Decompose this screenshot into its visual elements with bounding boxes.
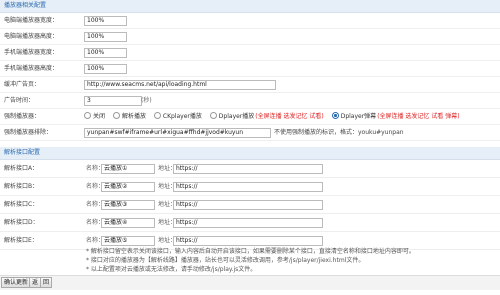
- ad-page-label: 缓冲广告页：: [4, 81, 41, 88]
- pc-width-input[interactable]: 100%: [84, 16, 127, 26]
- interface-e-label: 解析接口E：: [4, 237, 38, 244]
- mobile-height-row: 手机端播放器高度： 100%: [0, 61, 500, 77]
- mobile-width-label: 手机端播放器宽度：: [4, 49, 59, 56]
- interface-c-name-input[interactable]: 云播放③: [101, 200, 155, 210]
- interface-c-label: 解析接口C：: [4, 201, 39, 208]
- player-section-header: 播放器相关配置: [0, 0, 500, 13]
- force-exclude-hint: 不使用强制播放的标识，格式：youku#yunpan: [274, 129, 404, 136]
- force-exclude-input[interactable]: yunpan#swf#iframe#url#xigua#ffhd#jjvod#k…: [84, 128, 271, 138]
- interface-c-row: 解析接口C： 名称： 云播放③ 地址： https://: [0, 196, 500, 214]
- interface-b-label: 解析接口B：: [4, 183, 39, 190]
- ad-time-row: 广告时间： 3 (秒): [0, 93, 500, 109]
- mobile-width-input[interactable]: 100%: [84, 48, 127, 58]
- mobile-height-input[interactable]: 100%: [84, 64, 127, 74]
- pc-height-input[interactable]: 100%: [84, 32, 127, 42]
- note-line: * 解析接口留空表示关闭该接口，输入内容后自动开启该接口，如果需要删除某个接口，…: [86, 248, 415, 255]
- radio-parse[interactable]: 解析播放: [112, 109, 146, 124]
- interface-a-label: 解析接口A：: [4, 165, 39, 172]
- ad-page-input[interactable]: http://www.seacms.net/api/loading.html: [84, 80, 276, 90]
- radio-dplayer-danmu[interactable]: Dplayer弹幕: [331, 109, 377, 124]
- interface-d-row: 解析接口D： 名称： 云播放④ 地址： https://: [0, 214, 500, 232]
- radio-off-label: 关闭: [93, 113, 106, 120]
- dplayer-note: (全屏连播 选发记忆 试看): [255, 113, 324, 120]
- interface-e-addr-input[interactable]: https://: [173, 236, 323, 246]
- radio-off-circle-icon: [84, 112, 91, 119]
- interface-d-label: 解析接口D：: [4, 219, 39, 226]
- note-line: * 以上配置项对云播放或无法修改，请手动修改/js/play.js文件。: [86, 266, 257, 273]
- radio-ckplayer-circle-icon: [153, 112, 161, 119]
- radio-dplayer-danmu-label: Dplayer弹幕: [340, 113, 377, 120]
- radio-parse-label: 解析播放: [121, 113, 146, 120]
- radio-parse-circle-icon: [112, 112, 120, 119]
- force-player-row: 强制播放器： 关闭 解析播放 CKplayer播放 Dplayer播放(全屏连播…: [0, 109, 500, 125]
- mobile-height-label: 手机端播放器高度：: [4, 65, 59, 72]
- radio-dplayer[interactable]: Dplayer播放: [209, 109, 255, 124]
- pc-width-row: 电脑端播放器宽度： 100%: [0, 13, 500, 29]
- force-exclude-label: 强制播放器排除：: [4, 129, 53, 136]
- interface-e-name-input[interactable]: 云播放⑤: [101, 236, 155, 246]
- pc-width-label: 电脑端播放器宽度：: [4, 17, 59, 24]
- pc-height-label: 电脑端播放器高度：: [4, 33, 59, 40]
- player-section-title: 播放器相关配置: [4, 2, 47, 9]
- interface-a-row: 解析接口A： 名称： 云播放① 地址： https://: [0, 160, 500, 178]
- radio-dplayer-label: Dplayer播放: [218, 113, 255, 120]
- interface-b-addr-input[interactable]: https://: [173, 182, 323, 192]
- interface-c-addr-input[interactable]: https://: [173, 200, 323, 210]
- interface-a-name-input[interactable]: 云播放①: [101, 164, 155, 174]
- radio-ckplayer[interactable]: CKplayer播放: [153, 109, 202, 124]
- ad-page-row: 缓冲广告页： http://www.seacms.net/api/loading…: [0, 77, 500, 93]
- force-player-radio-group: 关闭 解析播放 CKplayer播放 Dplayer播放(全屏连播 选发记忆 试…: [84, 109, 460, 124]
- interface-d-name-input[interactable]: 云播放④: [101, 218, 155, 228]
- note-line: * 接口对应的播放器为【解析线路】播放器，站长也可以灵活修改调用，参考/js/p…: [86, 257, 365, 264]
- radio-dplayer-danmu-circle-icon: [331, 112, 339, 119]
- ad-time-unit: (秒): [141, 97, 152, 104]
- confirm-update-button[interactable]: 确认更新: [1, 277, 32, 288]
- reset-button[interactable]: 回: [40, 277, 53, 288]
- footer-bar: [0, 275, 500, 290]
- interface-d-addr-input[interactable]: https://: [173, 218, 323, 228]
- interface-b-name-input[interactable]: 云播放②: [101, 182, 155, 192]
- pc-height-row: 电脑端播放器高度： 100%: [0, 29, 500, 45]
- ad-time-label: 广告时间：: [4, 97, 35, 104]
- interface-a-addr-input[interactable]: https://: [173, 164, 323, 174]
- radio-off[interactable]: 关闭: [84, 109, 105, 124]
- parse-section-title: 解析接口配置: [4, 149, 41, 156]
- mobile-width-row: 手机端播放器宽度： 100%: [0, 45, 500, 61]
- parse-section-header: 解析接口配置: [0, 147, 500, 160]
- force-player-label: 强制播放器：: [4, 113, 41, 120]
- danmu-note: (全屏连播 选发记忆 试看 弹幕): [377, 113, 460, 120]
- radio-dplayer-circle-icon: [209, 112, 217, 119]
- force-exclude-row: 强制播放器排除： yunpan#swf#iframe#url#xigua#ffh…: [0, 125, 500, 141]
- radio-ckplayer-label: CKplayer播放: [162, 113, 202, 120]
- ad-time-input[interactable]: 3: [84, 96, 142, 106]
- interface-b-row: 解析接口B： 名称： 云播放② 地址： https://: [0, 178, 500, 196]
